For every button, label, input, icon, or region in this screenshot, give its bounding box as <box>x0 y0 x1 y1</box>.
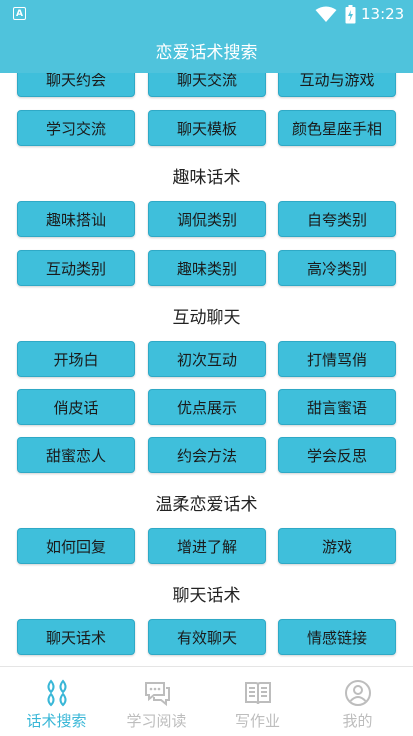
category-button[interactable]: 聊天模板 <box>148 110 266 146</box>
app-notification-icon: A <box>13 7 26 20</box>
category-button[interactable]: 如何回复 <box>17 528 135 564</box>
category-button[interactable]: 聊天约会 <box>17 73 135 97</box>
wifi-icon <box>315 6 337 22</box>
chat-bubble-icon <box>145 682 170 707</box>
profile-icon <box>345 680 371 706</box>
tab-reading[interactable]: 学习阅读 <box>105 667 208 736</box>
grid-icon <box>47 679 67 707</box>
category-button[interactable]: 情感链接 <box>278 619 396 655</box>
button-row: 如何回复 增进了解 游戏 <box>17 528 396 564</box>
button-row: 趣味搭讪 调侃类别 自夸类别 <box>17 201 396 237</box>
category-list[interactable]: 聊天约会 聊天交流 互动与游戏 学习交流 聊天模板 颜色星座手相 趣味话术 趣味… <box>0 73 413 666</box>
button-row: 学习交流 聊天模板 颜色星座手相 <box>17 110 396 146</box>
category-button[interactable]: 趣味类别 <box>148 250 266 286</box>
section-heading-fun: 趣味话术 <box>172 168 241 188</box>
button-row: 甜蜜恋人 约会方法 学会反思 <box>17 437 396 473</box>
category-button[interactable]: 游戏 <box>278 528 396 564</box>
category-button[interactable]: 初次互动 <box>148 341 266 377</box>
category-button[interactable]: 有效聊天 <box>148 619 266 655</box>
category-button[interactable]: 互动类别 <box>17 250 135 286</box>
battery-icon <box>345 5 356 24</box>
section-heading-gentle: 温柔恋爱话术 <box>155 495 258 515</box>
category-button[interactable]: 颜色星座手相 <box>278 110 396 146</box>
category-button[interactable]: 甜言蜜语 <box>278 389 396 425</box>
category-button[interactable]: 打情骂俏 <box>278 341 396 377</box>
tab-profile[interactable]: 我的 <box>306 667 409 736</box>
category-button[interactable]: 自夸类别 <box>278 201 396 237</box>
category-button[interactable]: 学习交流 <box>17 110 135 146</box>
category-button[interactable]: 俏皮话 <box>17 389 135 425</box>
tab-label: 我的 <box>342 712 373 730</box>
category-button[interactable]: 开场白 <box>17 341 135 377</box>
tab-homework[interactable]: 写作业 <box>206 667 309 736</box>
tab-label: 写作业 <box>234 712 280 730</box>
book-icon <box>245 682 271 705</box>
bottom-tab-bar: 话术搜索 学习阅读 写作业 我的 <box>0 666 413 736</box>
clock: 13:23 <box>361 5 405 23</box>
category-button[interactable]: 优点展示 <box>148 389 266 425</box>
category-button[interactable]: 甜蜜恋人 <box>17 437 135 473</box>
page-title: 恋爱话术搜索 <box>155 43 258 63</box>
category-button[interactable]: 趣味搭讪 <box>17 201 135 237</box>
category-button[interactable]: 调侃类别 <box>148 201 266 237</box>
category-button[interactable]: 约会方法 <box>148 437 266 473</box>
button-row: 开场白 初次互动 打情骂俏 <box>17 341 396 377</box>
button-row: 聊天话术 有效聊天 情感链接 <box>17 619 396 655</box>
section-heading-interactive: 互动聊天 <box>172 308 241 328</box>
category-button[interactable]: 学会反思 <box>278 437 396 473</box>
button-row: 俏皮话 优点展示 甜言蜜语 <box>17 389 396 425</box>
category-button[interactable]: 高冷类别 <box>278 250 396 286</box>
category-button[interactable]: 互动与游戏 <box>278 73 396 97</box>
section-heading-chat: 聊天话术 <box>172 586 241 606</box>
tab-label: 学习阅读 <box>126 712 187 730</box>
app-header: A 13:23 恋爱话术搜索 <box>0 0 413 73</box>
category-button[interactable]: 聊天话术 <box>17 619 135 655</box>
button-row: 互动类别 趣味类别 高冷类别 <box>17 250 396 286</box>
tab-search[interactable]: 话术搜索 <box>5 667 108 736</box>
category-button[interactable]: 聊天交流 <box>148 73 266 97</box>
button-row: 聊天约会 聊天交流 互动与游戏 <box>17 73 396 97</box>
category-button[interactable]: 增进了解 <box>148 528 266 564</box>
tab-label: 话术搜索 <box>26 712 87 730</box>
status-bar: A 13:23 <box>0 0 413 30</box>
